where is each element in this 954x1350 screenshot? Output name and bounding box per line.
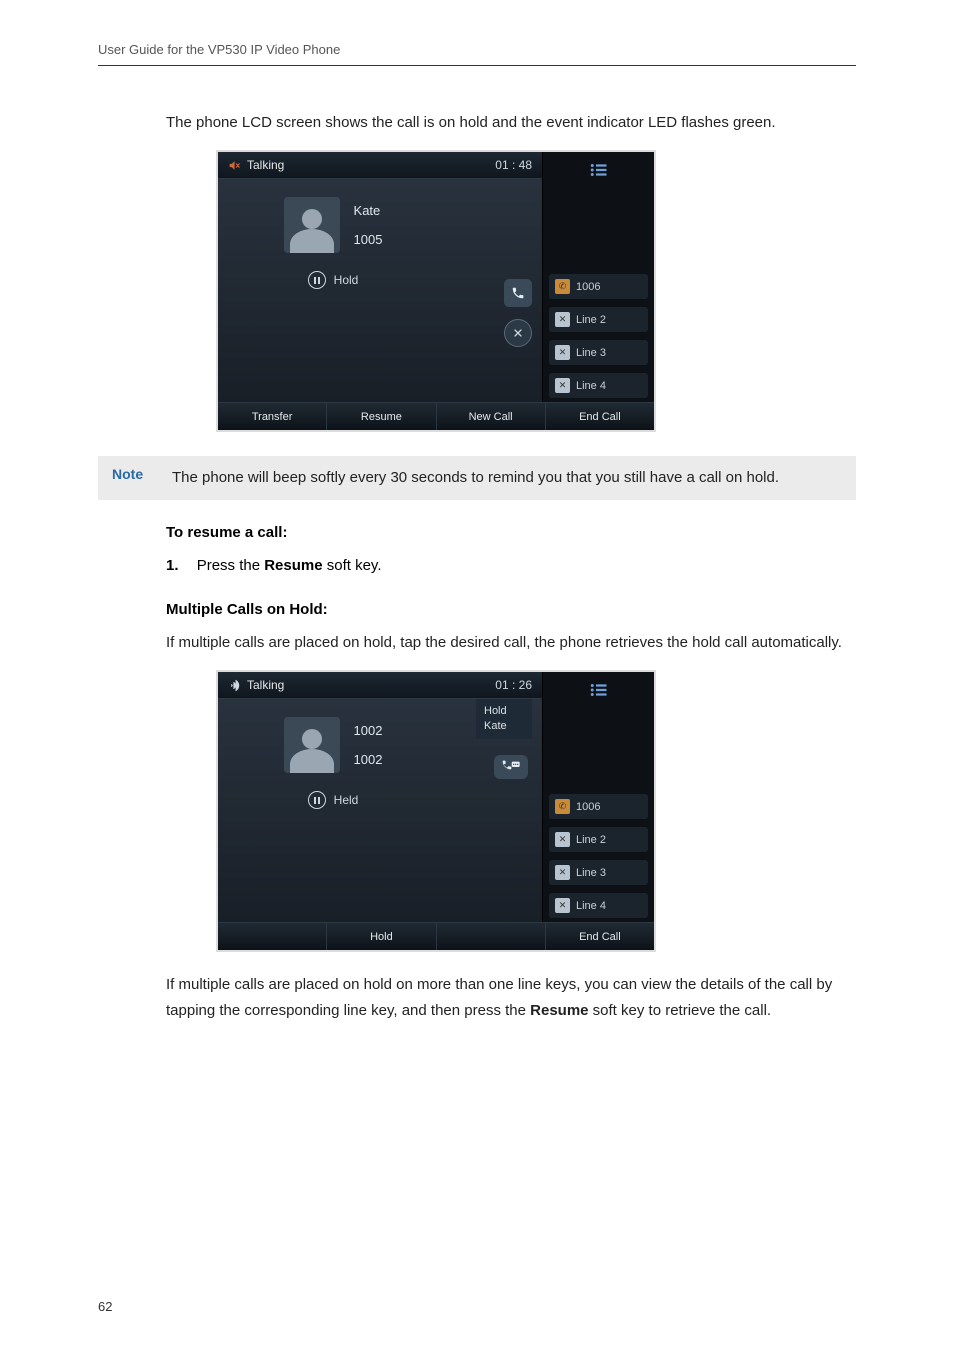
- resume-heading: To resume a call:: [166, 524, 856, 541]
- line-key-3[interactable]: ✕ Line 3: [549, 860, 648, 885]
- line-key-1[interactable]: ✆ 1006: [549, 794, 648, 819]
- softkey-blank1: [218, 923, 327, 950]
- caller-number: 1005: [354, 232, 383, 247]
- call-state-title: Talking: [247, 158, 284, 172]
- line-idle-icon: ✕: [555, 865, 570, 880]
- line-label: Line 3: [576, 347, 606, 359]
- line-label: Line 2: [576, 314, 606, 326]
- page-header: User Guide for the VP530 IP Video Phone: [98, 42, 856, 66]
- line-keys-panel: ✆ 1006 ✕ Line 2 ✕ Line 3 ✕ Line 4: [542, 672, 654, 922]
- line-idle-icon: ✕: [555, 898, 570, 913]
- caller-number: 1002: [354, 752, 383, 767]
- step-text-bold: Resume: [264, 557, 322, 574]
- hold-chip-label: Hold: [484, 704, 524, 719]
- line-key-1[interactable]: ✆ 1006: [549, 274, 648, 299]
- line-key-4[interactable]: ✕ Line 4: [549, 373, 648, 398]
- softkey-endcall[interactable]: End Call: [546, 403, 654, 430]
- softkey-transfer[interactable]: Transfer: [218, 403, 327, 430]
- list-icon[interactable]: [543, 676, 654, 704]
- phone-screenshot-held: Talking 01 : 26 1002 1002: [216, 670, 656, 952]
- avatar: [284, 717, 340, 773]
- softkey-resume[interactable]: Resume: [327, 403, 436, 430]
- closing-paragraph: If multiple calls are placed on hold on …: [166, 972, 856, 1025]
- closing-bold: Resume: [530, 1002, 588, 1019]
- pause-icon: [308, 791, 326, 809]
- phone-screenshot-hold: Talking 01 : 48 Kate 1005: [216, 150, 656, 432]
- closing-post: soft key to retrieve the call.: [589, 1002, 772, 1019]
- softkey-blank2: [437, 923, 546, 950]
- line-idle-icon: ✕: [555, 378, 570, 393]
- softkey-newcall[interactable]: New Call: [437, 403, 546, 430]
- caller-name: Kate: [354, 203, 383, 218]
- line-key-2[interactable]: ✕ Line 2: [549, 827, 648, 852]
- list-icon[interactable]: [543, 156, 654, 184]
- held-status: Held: [308, 791, 359, 809]
- line-idle-icon: ✕: [555, 312, 570, 327]
- note-label: Note: [112, 466, 172, 490]
- multiple-para: If multiple calls are placed on hold, ta…: [166, 630, 856, 656]
- page-number: 62: [98, 1299, 112, 1314]
- call-pickup-icon[interactable]: [504, 279, 532, 307]
- talking-icon: [228, 679, 241, 692]
- step-text-post: soft key.: [323, 557, 382, 574]
- held-label: Held: [334, 793, 359, 807]
- line-idle-icon: ✕: [555, 832, 570, 847]
- caller-name: 1002: [354, 723, 383, 738]
- multiple-heading: Multiple Calls on Hold:: [166, 601, 856, 618]
- line-label: 1006: [576, 801, 600, 813]
- line-key-4[interactable]: ✕ Line 4: [549, 893, 648, 918]
- hold-status: Hold: [308, 271, 359, 289]
- line-key-3[interactable]: ✕ Line 3: [549, 340, 648, 365]
- line-label: Line 4: [576, 900, 606, 912]
- talk-bubble-icon[interactable]: [494, 755, 528, 779]
- line-key-2[interactable]: ✕ Line 2: [549, 307, 648, 332]
- note-text: The phone will beep softly every 30 seco…: [172, 466, 779, 490]
- intro-paragraph: The phone LCD screen shows the call is o…: [166, 110, 856, 136]
- call-timer: 01 : 26: [495, 678, 532, 692]
- avatar: [284, 197, 340, 253]
- phone-titlebar: Talking 01 : 48: [218, 152, 542, 179]
- step-number: 1.: [166, 557, 179, 574]
- softkey-endcall[interactable]: End Call: [546, 923, 654, 950]
- pause-icon: [308, 271, 326, 289]
- step-text-pre: Press the: [197, 557, 265, 574]
- line-active-icon: ✆: [555, 799, 570, 814]
- hold-chip-name: Kate: [484, 719, 524, 734]
- line-keys-panel: ✆ 1006 ✕ Line 2 ✕ Line 3 ✕ Line 4: [542, 152, 654, 402]
- line-label: Line 4: [576, 380, 606, 392]
- reject-icon[interactable]: [504, 319, 532, 347]
- hold-label: Hold: [334, 273, 359, 287]
- call-timer: 01 : 48: [495, 158, 532, 172]
- line-label: 1006: [576, 281, 600, 293]
- call-state-title: Talking: [247, 678, 284, 692]
- phone-titlebar: Talking 01 : 26: [218, 672, 542, 699]
- line-active-icon: ✆: [555, 279, 570, 294]
- line-label: Line 3: [576, 867, 606, 879]
- note-box: Note The phone will beep softly every 30…: [98, 456, 856, 500]
- line-idle-icon: ✕: [555, 345, 570, 360]
- line-label: Line 2: [576, 834, 606, 846]
- mute-icon: [228, 159, 241, 172]
- softkey-hold[interactable]: Hold: [327, 923, 436, 950]
- hold-call-chip[interactable]: Hold Kate: [476, 699, 532, 739]
- resume-step: 1. Press the Resume soft key.: [166, 553, 856, 579]
